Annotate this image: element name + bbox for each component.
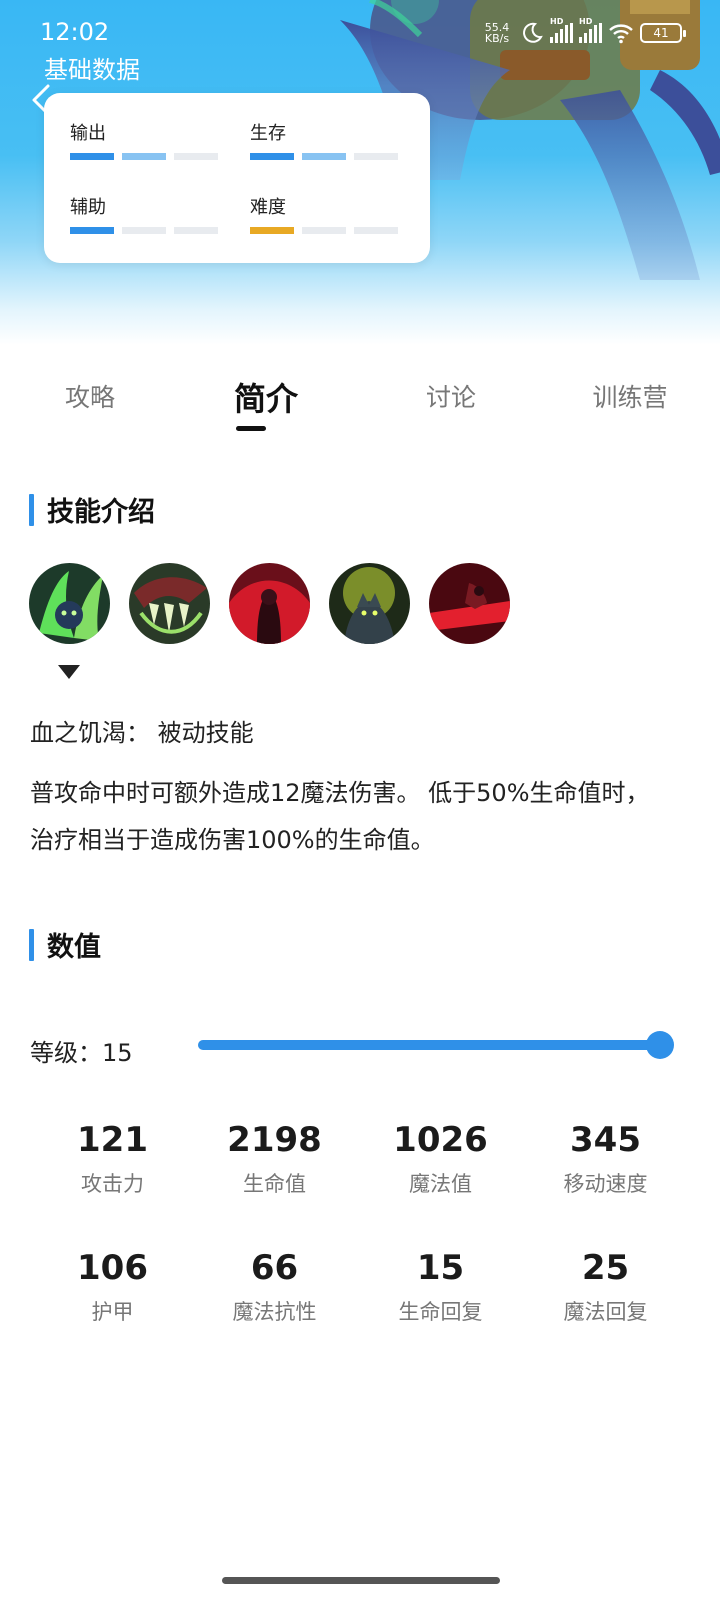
stat-label: 生命回复 [398, 1300, 483, 1324]
skill-icon-list [29, 563, 510, 644]
attribute-label: 难度 [250, 197, 286, 218]
stat-value: 66 [250, 1248, 299, 1288]
stat-label: 移动速度 [563, 1172, 648, 1196]
skill-description: 普攻命中时可额外造成12魔法伤害。 低于50%生命值时，治疗相当于造成伤害100… [30, 779, 650, 854]
skill-name: 血之饥渴： 被动技能 [30, 719, 254, 747]
attribute-segment [250, 227, 294, 234]
attribute-segment [302, 153, 346, 160]
stat-mana-regen: 25 魔法回复 [523, 1248, 688, 1326]
status-icons: 55.4 KB/s HD HD 41 [480, 17, 686, 46]
hero-banner: 12:02 55.4 KB/s HD HD 41 基础数据 输出 生存 辅助 难… [0, 0, 720, 345]
skill-2-icon[interactable] [129, 563, 210, 644]
tab-training-camp[interactable]: 训练营 [560, 378, 700, 414]
skill-4-icon[interactable] [329, 563, 410, 644]
attribute-bars [250, 153, 400, 160]
wifi-icon [609, 24, 633, 44]
stat-label: 护甲 [91, 1300, 134, 1324]
level-slider-fill [198, 1040, 660, 1050]
battery-icon: 41 [640, 23, 686, 43]
stat-move-speed: 345 移动速度 [523, 1120, 688, 1198]
stat-value: 2198 [227, 1120, 322, 1160]
attribute-segment [70, 227, 114, 234]
network-speed-unit: KB/s [484, 32, 510, 45]
stat-value: 25 [581, 1248, 630, 1288]
attribute-bars [70, 153, 220, 160]
attribute-difficulty: 难度 [250, 193, 400, 234]
attribute-output: 输出 [70, 119, 220, 160]
tab-bar: 攻略 简介 讨论 训练营 [0, 370, 720, 440]
tab-guide[interactable]: 攻略 [20, 378, 160, 414]
attribute-card: 输出 生存 辅助 难度 [44, 93, 430, 263]
section-title-skills: 技能介绍 [29, 490, 155, 529]
attribute-label: 辅助 [70, 197, 106, 218]
stat-value: 15 [416, 1248, 465, 1288]
skill-5-icon[interactable] [429, 563, 510, 644]
stat-value: 106 [77, 1248, 148, 1288]
signal-2-icon: HD [579, 17, 602, 43]
stat-value: 121 [77, 1120, 148, 1160]
network-speed: 55.4 KB/s [480, 22, 514, 44]
home-indicator[interactable] [222, 1577, 500, 1584]
stat-label: 魔法值 [409, 1172, 472, 1196]
stat-attack: 121 攻击力 [30, 1120, 195, 1198]
active-tab-indicator [236, 426, 266, 431]
stat-label: 生命值 [243, 1172, 306, 1196]
level-label: 等级：15 [30, 1039, 133, 1067]
attribute-segment [122, 153, 166, 160]
attribute-segment [174, 153, 218, 160]
stat-label: 魔法回复 [563, 1300, 648, 1324]
tab-intro[interactable]: 简介 [196, 374, 336, 420]
attribute-segment [70, 153, 114, 160]
level-slider[interactable] [198, 1030, 676, 1060]
stat-value: 1026 [393, 1120, 488, 1160]
section-title-stats: 数值 [29, 925, 101, 964]
attribute-bars [250, 227, 400, 234]
stat-label: 攻击力 [81, 1172, 144, 1196]
stat-magic-resist: 66 魔法抗性 [192, 1248, 357, 1326]
signal-1-icon: HD [550, 17, 573, 43]
skill-1-icon[interactable] [29, 563, 110, 644]
stat-armor: 106 护甲 [30, 1248, 195, 1326]
tab-discussion[interactable]: 讨论 [381, 378, 521, 414]
attribute-label: 生存 [250, 123, 286, 144]
page-title: 基础数据 [44, 56, 140, 84]
stat-mana: 1026 魔法值 [358, 1120, 523, 1198]
stat-label: 魔法抗性 [232, 1300, 317, 1324]
status-time: 12:02 [40, 18, 110, 46]
stat-value: 345 [570, 1120, 641, 1160]
selected-skill-pointer [58, 665, 80, 679]
attribute-segment [354, 153, 398, 160]
attribute-segment [302, 227, 346, 234]
attribute-label: 输出 [70, 123, 106, 144]
moon-icon [523, 22, 543, 43]
attribute-segment [122, 227, 166, 234]
attribute-support: 辅助 [70, 193, 220, 234]
attribute-segment [174, 227, 218, 234]
attribute-survival: 生存 [250, 119, 400, 160]
attribute-bars [70, 227, 220, 234]
stat-health-regen: 15 生命回复 [358, 1248, 523, 1326]
attribute-segment [250, 153, 294, 160]
stat-health: 2198 生命值 [192, 1120, 357, 1198]
skill-3-icon[interactable] [229, 563, 310, 644]
attribute-segment [354, 227, 398, 234]
level-slider-thumb[interactable] [646, 1031, 674, 1059]
